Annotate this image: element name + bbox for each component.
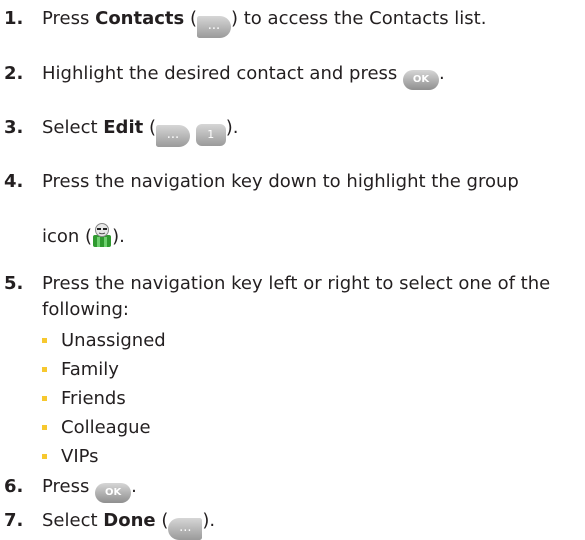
step-text: icon ( xyxy=(42,226,93,247)
step-text: Press the navigation key down to highlig… xyxy=(42,171,519,192)
step-number: 4. xyxy=(4,171,24,192)
step-number: 5. xyxy=(4,273,24,294)
step-text: ( xyxy=(184,8,197,29)
step-1: 1. Press Contacts (...) to access the Con… xyxy=(4,8,486,38)
step-text: ( xyxy=(143,117,156,138)
left-softkey-icon: ... xyxy=(168,518,203,540)
list-item-label: VIPs xyxy=(61,446,99,467)
list-item: VIPs xyxy=(42,446,99,468)
step-text: . xyxy=(131,476,137,497)
step-text: Select xyxy=(42,117,104,138)
step-4: 4. Press the navigation key down to highl… xyxy=(4,171,519,193)
list-item: Unassigned xyxy=(42,330,166,352)
number-key-1-icon: 1 xyxy=(195,124,226,146)
list-item: Family xyxy=(42,359,119,381)
step-bold-label: Edit xyxy=(103,117,144,138)
step-text: ). xyxy=(225,117,239,138)
list-item: Friends xyxy=(42,388,126,410)
step-number: 2. xyxy=(4,63,24,84)
step-text: Press the navigation key left or right t… xyxy=(42,273,551,294)
bullet-icon xyxy=(42,367,47,372)
list-item-label: Friends xyxy=(61,388,126,409)
bullet-icon xyxy=(42,425,47,430)
ok-key-icon: OK xyxy=(403,70,440,90)
step-5-continued: following: xyxy=(42,299,129,321)
bullet-icon xyxy=(42,396,47,401)
list-item: Colleague xyxy=(42,417,151,439)
step-2: 2. Highlight the desired contact and pres… xyxy=(4,63,445,90)
step-text: Select xyxy=(42,510,104,531)
right-softkey-icon: ... xyxy=(155,125,190,147)
step-6: 6. Press OK. xyxy=(4,476,137,503)
ok-key-icon: OK xyxy=(95,483,132,503)
list-item-label: Colleague xyxy=(61,417,151,438)
step-text: following: xyxy=(42,299,129,320)
step-number: 1. xyxy=(4,8,24,29)
step-number: 6. xyxy=(4,476,24,497)
step-bold-label: Done xyxy=(103,510,156,531)
step-bold-label: Contacts xyxy=(95,8,185,29)
step-text: ) to access the Contacts list. xyxy=(231,8,487,29)
right-softkey-icon: ... xyxy=(197,16,231,38)
step-number: 3. xyxy=(4,117,24,138)
step-text: Highlight the desired contact and press xyxy=(42,63,404,84)
list-item-label: Unassigned xyxy=(61,330,166,351)
step-text: Press xyxy=(42,8,96,29)
step-text: . xyxy=(439,63,445,84)
step-5: 5. Press the navigation key left or right… xyxy=(4,273,550,295)
step-text: ). xyxy=(202,510,216,531)
step-4-continued: icon (). xyxy=(42,222,125,254)
bullet-icon xyxy=(42,454,47,459)
group-icon xyxy=(92,222,112,254)
list-item-label: Family xyxy=(61,359,119,380)
step-3: 3. Select Edit (... 1). xyxy=(4,117,238,147)
step-text: ). xyxy=(112,226,125,247)
step-text: ( xyxy=(155,510,169,531)
step-text: Press xyxy=(42,476,96,497)
step-number: 7. xyxy=(4,510,24,531)
bullet-icon xyxy=(42,338,47,343)
